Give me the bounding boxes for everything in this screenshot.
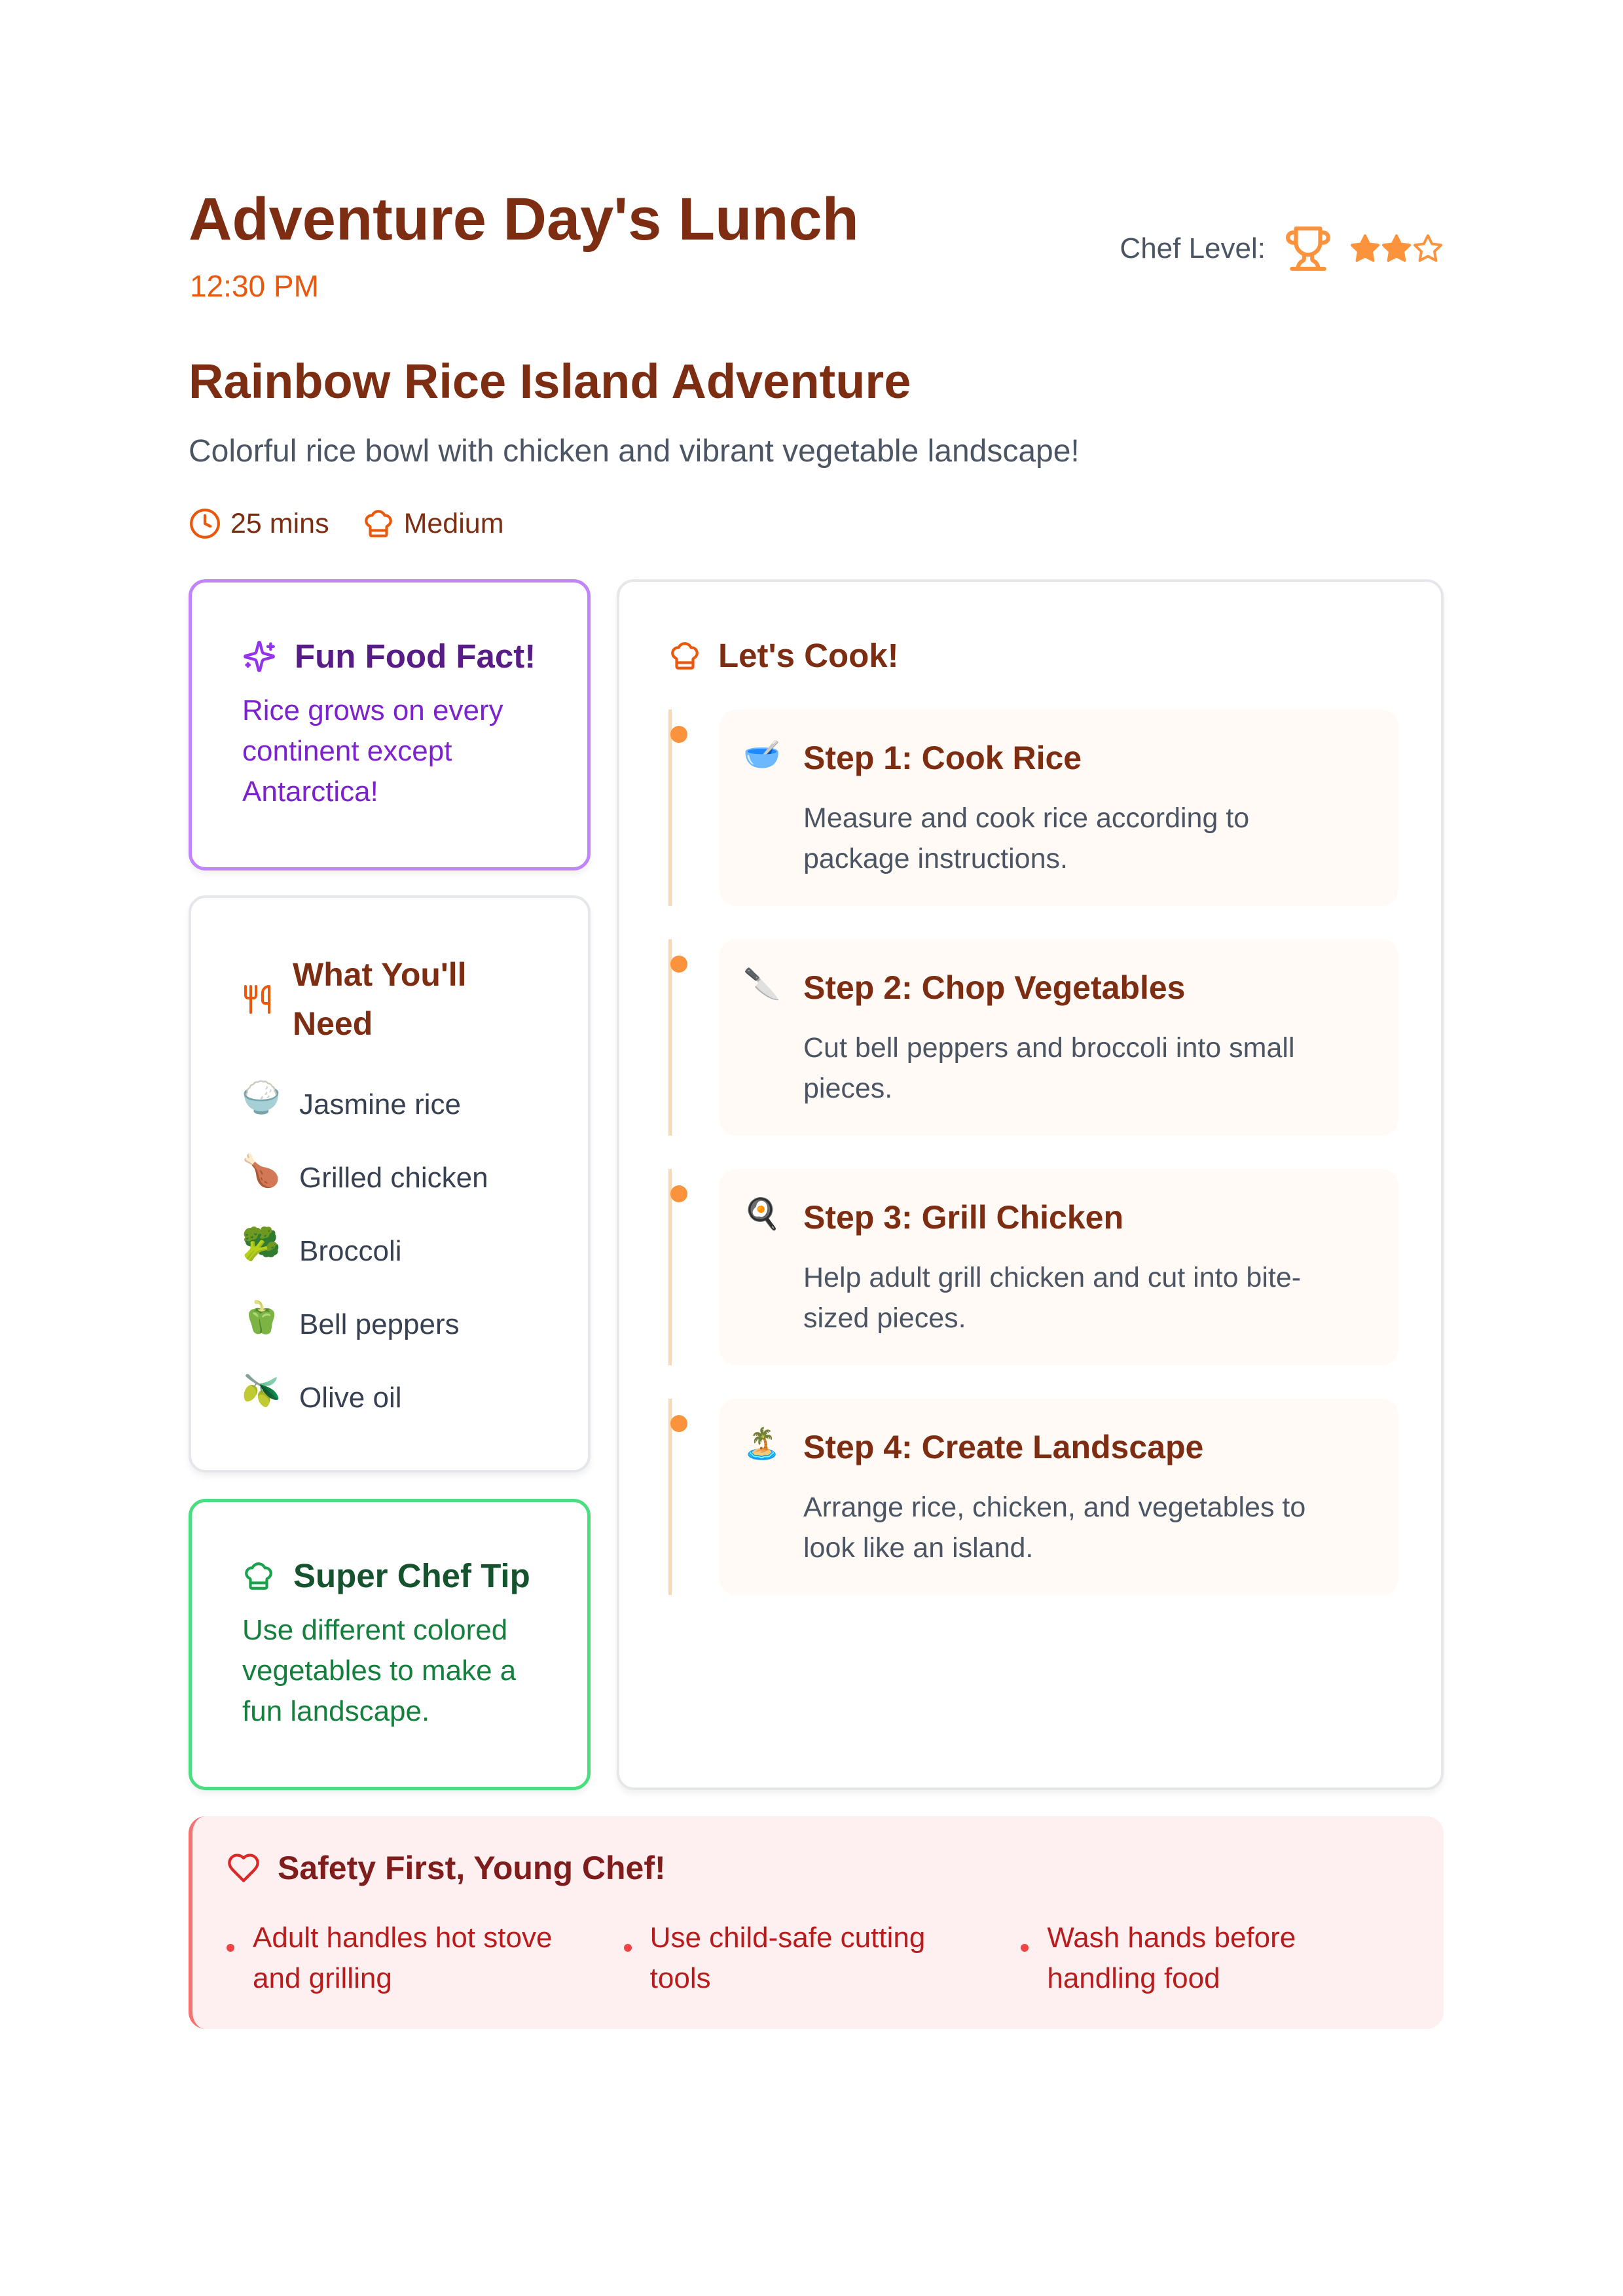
step-item: 🏝️ Step 4: Create Landscape Arrange rice… (668, 1399, 1398, 1595)
chef-level: Chef Level: (1120, 223, 1444, 275)
safety-title: Safety First, Young Chef! (278, 1850, 666, 1886)
olive-icon: 🫒 (242, 1374, 281, 1408)
bullet-dot (623, 1944, 632, 1952)
bullet-dot (227, 1944, 234, 1952)
ingredient-item: 🍚 Jasmine rice (242, 1068, 488, 1141)
safety-item: Adult handles hot stove and grilling (227, 1918, 624, 1999)
step-item: 🥣 Step 1: Cook Rice Measure and cook ric… (668, 709, 1398, 906)
safety-text: Use child-safe cutting tools (649, 1922, 926, 1994)
steps-title: Let's Cook! (718, 637, 899, 674)
step-item: 🔪 Step 2: Chop Vegetables Cut bell peppe… (668, 939, 1398, 1136)
duration: 25 mins (189, 507, 329, 540)
ingredients-title: What You'll Need (293, 956, 467, 1042)
ingredients-list: 🍚 Jasmine rice 🍗 Grilled chicken 🥦 Brocc… (242, 1068, 488, 1435)
ingredient-label: Broccoli (299, 1235, 402, 1267)
chef-hat-icon (671, 642, 699, 670)
chef-hat-icon (364, 510, 392, 537)
ingredients-card: What You'll Need 🍚 Jasmine rice 🍗 Grille… (189, 895, 591, 1473)
sparkles-icon (244, 641, 275, 673)
step-title: Step 1: Cook Rice (803, 740, 1082, 776)
frying-pan-icon: 🍳 (743, 1196, 781, 1230)
ingredient-label: Bell peppers (299, 1308, 460, 1340)
ingredient-item: 🥦 Broccoli (242, 1215, 488, 1288)
meal-time: 12:30 PM (190, 269, 319, 303)
ingredient-item: 🫒 Olive oil (242, 1361, 488, 1435)
ingredient-label: Grilled chicken (299, 1162, 488, 1194)
safety-box: Safety First, Young Chef! Adult handles … (189, 1816, 1444, 2029)
timeline-dot (670, 726, 687, 743)
fun-fact-text: Rice grows on every continent except Ant… (242, 694, 503, 808)
star-filled-icon (1351, 234, 1379, 262)
header: Adventure Day's Lunch 12:30 PM Chef Leve… (189, 186, 1444, 317)
step-card: 🍳 Step 3: Grill Chicken Help adult grill… (720, 1169, 1398, 1365)
safety-list: Adult handles hot stove and grilling Use… (227, 1918, 1418, 1999)
safety-item: Wash hands before handling food (1021, 1918, 1418, 1999)
chicken-leg-icon: 🍗 (242, 1154, 281, 1189)
ingredients-header: What You'll Need (242, 950, 541, 1049)
knife-icon: 🔪 (743, 967, 781, 1001)
difficulty-text: Medium (403, 507, 504, 539)
chef-tip-text: Use different colored vegetables to make… (242, 1614, 517, 1727)
steps-header: Let's Cook! (668, 631, 899, 681)
timeline-dot (670, 1185, 687, 1202)
step-card: 🔪 Step 2: Chop Vegetables Cut bell peppe… (720, 939, 1398, 1136)
step-card: 🥣 Step 1: Cook Rice Measure and cook ric… (720, 709, 1398, 906)
fun-fact-title: Fun Food Fact! (295, 637, 536, 675)
step-description: Help adult grill chicken and cut into bi… (803, 1262, 1302, 1334)
utensils-icon (244, 985, 270, 1014)
ingredient-label: Olive oil (299, 1382, 402, 1414)
page-title: Adventure Day's Lunch (189, 186, 859, 253)
island-icon: 🏝️ (743, 1426, 781, 1460)
chef-level-label: Chef Level: (1120, 232, 1266, 264)
bell-pepper-icon: 🫑 (242, 1300, 281, 1335)
trophy-icon (1286, 226, 1330, 271)
heart-icon (228, 1854, 259, 1882)
recipe-title: Rainbow Rice Island Adventure (189, 354, 911, 408)
step-title: Step 2: Chop Vegetables (803, 969, 1186, 1006)
star-empty-icon (1413, 234, 1442, 262)
step-title: Step 4: Create Landscape (803, 1429, 1204, 1465)
step-description: Arrange rice, chicken, and vegetables to… (803, 1492, 1306, 1564)
safety-header: Safety First, Young Chef! (227, 1849, 666, 1887)
fun-fact-card: Fun Food Fact! Rice grows on every conti… (189, 579, 591, 870)
step-title: Step 3: Grill Chicken (803, 1199, 1124, 1236)
steps-card: Let's Cook! 🥣 Step 1: Cook Rice Measure … (617, 579, 1444, 1790)
bowl-icon: 🥣 (743, 737, 781, 771)
bullet-dot (1021, 1944, 1029, 1952)
safety-text: Adult handles hot stove and grilling (253, 1922, 553, 1994)
recipe-meta: 25 mins Medium (189, 504, 537, 543)
step-description: Cut bell peppers and broccoli into small… (803, 1032, 1295, 1104)
ingredient-item: 🍗 Grilled chicken (242, 1141, 488, 1215)
fun-fact-header: Fun Food Fact! (242, 632, 536, 682)
rice-icon: 🍚 (242, 1081, 281, 1115)
clock-icon (190, 509, 220, 539)
step-card: 🏝️ Step 4: Create Landscape Arrange rice… (720, 1399, 1398, 1595)
timeline-dot (670, 956, 687, 973)
ingredient-label: Jasmine rice (299, 1088, 461, 1121)
broccoli-icon: 🥦 (242, 1227, 281, 1262)
chef-hat-icon (245, 1562, 272, 1590)
ingredient-item: 🫑 Bell peppers (242, 1288, 488, 1361)
step-item: 🍳 Step 3: Grill Chicken Help adult grill… (668, 1169, 1398, 1365)
star-filled-icon (1382, 234, 1411, 262)
safety-text: Wash hands before handling food (1047, 1922, 1296, 1994)
chef-tip-title: Super Chef Tip (293, 1557, 530, 1594)
chef-level-stars (1349, 233, 1444, 264)
timeline-dot (670, 1415, 687, 1432)
difficulty: Medium (362, 507, 504, 540)
duration-text: 25 mins (230, 507, 329, 539)
step-description: Measure and cook rice according to packa… (803, 802, 1250, 874)
recipe-description: Colorful rice bowl with chicken and vibr… (189, 434, 1080, 469)
chef-tip-card: Super Chef Tip Use different colored veg… (189, 1499, 591, 1790)
chef-tip-header: Super Chef Tip (242, 1551, 530, 1602)
safety-item: Use child-safe cutting tools (623, 1918, 1021, 1999)
